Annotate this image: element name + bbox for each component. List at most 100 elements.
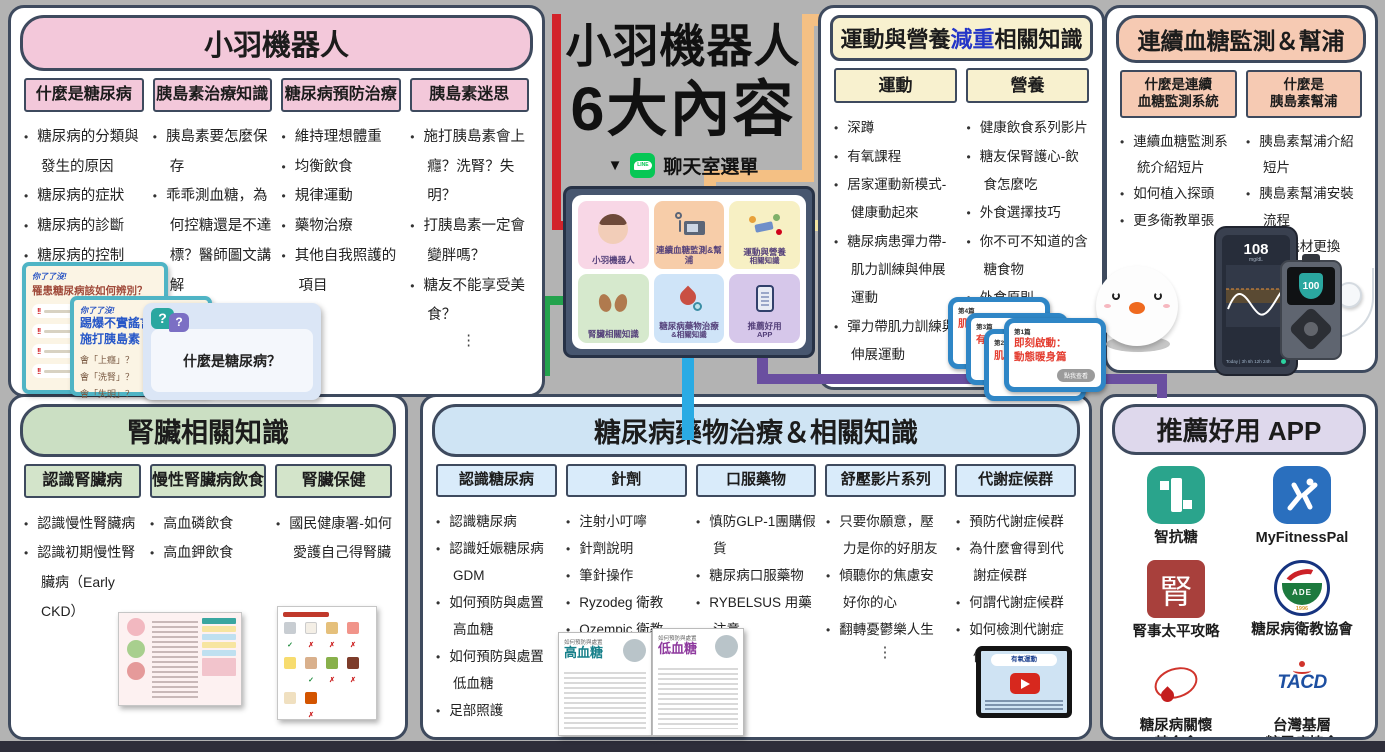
app-health2sync[interactable]: 智抗糖: [1113, 466, 1239, 547]
tab-relax-videos: 舒壓影片系列: [825, 464, 946, 497]
apps-section-title: 推薦好用 APP: [1112, 404, 1366, 455]
list-item: 糖尿病的診斷: [24, 212, 143, 242]
question-bubble-icon: ?: [169, 313, 189, 332]
exercise-card-front[interactable]: 第1篇 即刻啟動： 動態暖身篇 點我查看: [1004, 318, 1106, 392]
robot-section-title: 小羽機器人: [20, 15, 533, 71]
list-item: 規律運動: [282, 182, 401, 212]
list-item: 有氧課程: [834, 143, 957, 171]
play-button-icon[interactable]: [1010, 673, 1040, 694]
list-cgm: 連續血糖監測系統介紹短片如何植入探頭更多衛教單張: [1120, 129, 1236, 234]
list-item: 如何預防與處置高血糖: [436, 589, 556, 643]
down-arrow-icon: ▼: [608, 157, 623, 174]
pump-reading: 100: [1299, 273, 1323, 299]
quiz-brand: 你了了沒!: [32, 271, 158, 282]
kidney-section-title: 腎臟相關知識: [20, 404, 396, 457]
list-item: 只要你願意，壓力是你的好朋友: [826, 508, 946, 562]
list-item: 足部照護: [436, 697, 556, 724]
list-insulin-myths: 施打胰島素會上癮？洗腎？失明？打胰島素一定會變胖嗎？糖友不能享受美食？: [410, 123, 529, 331]
video-thumbnail[interactable]: 有氧運動: [976, 646, 1072, 718]
list-item: 認識妊娠糖尿病GDM: [436, 535, 556, 589]
list-item: 何謂代謝症候群: [956, 589, 1076, 616]
list-item: 健康飲食系列影片: [967, 114, 1090, 142]
menu-tile-robot[interactable]: 小羽機器人: [578, 201, 649, 269]
list-item: 慎防GLP-1團購假貨: [696, 508, 816, 562]
leaflet-photo: [715, 635, 738, 658]
infographic-canvas: 小羽機器人 什麼是糖尿病 胰島素治療知識 糖尿病預防治療 胰島素迷思 糖尿病的分…: [0, 0, 1385, 752]
list-item: 藥物治療: [282, 212, 401, 242]
page-title-line2: 6大內容: [548, 76, 818, 143]
menu-tile-apps[interactable]: 推薦好用 APP: [729, 274, 800, 343]
insulin-pump: 100: [1280, 260, 1342, 360]
list-item: 維持理想體重: [282, 123, 401, 153]
card-title: 即刻啟動： 動態暖身篇: [1014, 337, 1096, 364]
app-kidney-guide[interactable]: 腎 腎事太平攻略: [1113, 560, 1239, 641]
list-item: 胰島素要怎麼保存: [153, 123, 272, 182]
mascot-character: [1096, 266, 1178, 346]
line-chat-menu: 小羽機器人 連續血糖監測&幫浦 運動與營養 相關知識 腎臟相關知識 糖尿病藥物治…: [563, 186, 815, 358]
list-item: 糖尿病口服藥物: [696, 562, 816, 589]
list-know-kidney: 認識慢性腎臟病認識初期慢性腎臟病（Early CKD）: [24, 509, 140, 627]
video-title: 有氧運動: [991, 654, 1057, 666]
list-item: 翻轉憂鬱樂人生: [826, 616, 946, 643]
line-app-icon: LINE: [630, 153, 655, 178]
app-tacd[interactable]: TACD 台灣基層 糖尿病協會: [1239, 654, 1365, 740]
page-title: 小羽機器人 6大內容: [548, 10, 818, 143]
tab-insulin-knowledge: 胰島素治療知識: [153, 78, 273, 112]
tab-prevention-treatment: 糖尿病預防治療: [281, 78, 401, 112]
list-item: 如何預防與處置低血糖: [436, 643, 556, 697]
tacd-logo-icon[interactable]: TACD: [1273, 654, 1331, 712]
app-ade-association[interactable]: ADE 1996 糖尿病衛教協會: [1239, 560, 1365, 641]
list-item: 認識糖尿病: [436, 508, 556, 535]
app-diabetes-care-foundation[interactable]: 糖尿病關懷 基金會: [1113, 654, 1239, 740]
card-title: 什麼是糖尿病？: [151, 329, 313, 392]
list-exercise: 深蹲有氧課程居家運動新模式-健康動起來糖尿病患彈力帶-肌力訓練與伸展運動彈力帶肌…: [834, 114, 957, 369]
bottom-border-bar: [0, 741, 1385, 752]
list-nutrition: 健康飲食系列影片糖友保腎護心-飲食怎麼吃外食選擇技巧你不可不知道的含糖食物外食原…: [967, 114, 1090, 312]
tab-ckd-diet: 慢性腎臟病飲食: [150, 464, 267, 498]
list-item: 高血磷飲食: [150, 509, 266, 538]
ade-logo-icon[interactable]: ADE 1996: [1274, 560, 1330, 616]
list-item: 為什麼會得到代謝症候群: [956, 535, 1076, 589]
leaflet-photo: [623, 639, 646, 662]
menu-tile-kidney[interactable]: 腎臟相關知識: [578, 274, 649, 343]
view-button[interactable]: 點我查看: [1057, 369, 1095, 382]
hypoglycemia-leaflet: 如何預防與處置 低血糖: [652, 628, 744, 736]
list-know-diabetes: 認識糖尿病認識妊娠糖尿病GDM如何預防與處置高血糖如何預防與處置低血糖足部照護: [436, 508, 556, 724]
card-what-is-diabetes[interactable]: ? ? 什麼是糖尿病？: [143, 303, 321, 400]
hand-blood-drop-icon[interactable]: [1147, 654, 1205, 712]
menu-tile-cgm-pump[interactable]: 連續血糖監測&幫浦: [654, 201, 725, 269]
cgm-section-title: 連續血糖監測＆幫浦: [1116, 15, 1366, 63]
kidneys-icon: [580, 277, 647, 329]
cgm-device-icon: [656, 204, 723, 245]
sport-section-title: 運動與營養減重相關知識: [830, 15, 1093, 61]
list-item: 連續血糖監測系統介紹短片: [1120, 129, 1236, 182]
tab-exercise: 運動: [834, 68, 957, 103]
list-item: 外食選擇技巧: [967, 199, 1090, 227]
list-ckd-diet: 高血磷飲食高血鉀飲食: [150, 509, 266, 568]
tab-what-is-diabetes: 什麼是糖尿病: [24, 78, 144, 112]
tab-know-diabetes: 認識糖尿病: [436, 464, 557, 497]
connector-cyan: [682, 352, 694, 440]
list-relax-videos: 只要你願意，壓力是你的好朋友傾聽你的焦慮安好你的心翻轉憂鬱樂人生: [826, 508, 946, 643]
list-item: 其他自我照護的項目: [282, 242, 401, 301]
menu-caption: ▼ LINE 聊天室選單: [548, 152, 818, 179]
list-item: 糖尿病患彈力帶-肌力訓練與伸展運動: [834, 228, 957, 313]
glucose-unit: mg/dL: [1226, 257, 1286, 263]
list-item: 針劑說明: [566, 535, 686, 562]
list-item: 國民健康署-如何愛護自己得腎臟: [276, 509, 392, 568]
tab-insulin-myths: 胰島素迷思: [410, 78, 530, 112]
health2sync-icon[interactable]: [1147, 466, 1205, 524]
menu-tile-sport-nutrition[interactable]: 運動與營養 相關知識: [729, 201, 800, 269]
status-dot: [1281, 359, 1286, 364]
list-item: 高血鉀飲食: [150, 538, 266, 567]
kidney-seal-icon[interactable]: 腎: [1147, 560, 1205, 618]
robot-avatar-icon: [580, 204, 647, 255]
list-item: 糖友保腎護心-飲食怎麼吃: [967, 143, 1090, 200]
list-item: 彈力帶肌力訓練與伸展運動: [834, 313, 957, 370]
list-item: 居家運動新模式-健康動起來: [834, 171, 957, 228]
medication-section-title: 糖尿病藥物治療＆相關知識: [432, 404, 1080, 457]
menu-tile-medication[interactable]: 糖尿病藥物治療 &相關知識: [654, 274, 725, 343]
myfitnesspal-icon[interactable]: [1273, 466, 1331, 524]
app-myfitnesspal[interactable]: MyFitnessPal: [1239, 466, 1365, 547]
tab-what-is-pump: 什麼是 胰島素幫浦: [1246, 70, 1363, 118]
